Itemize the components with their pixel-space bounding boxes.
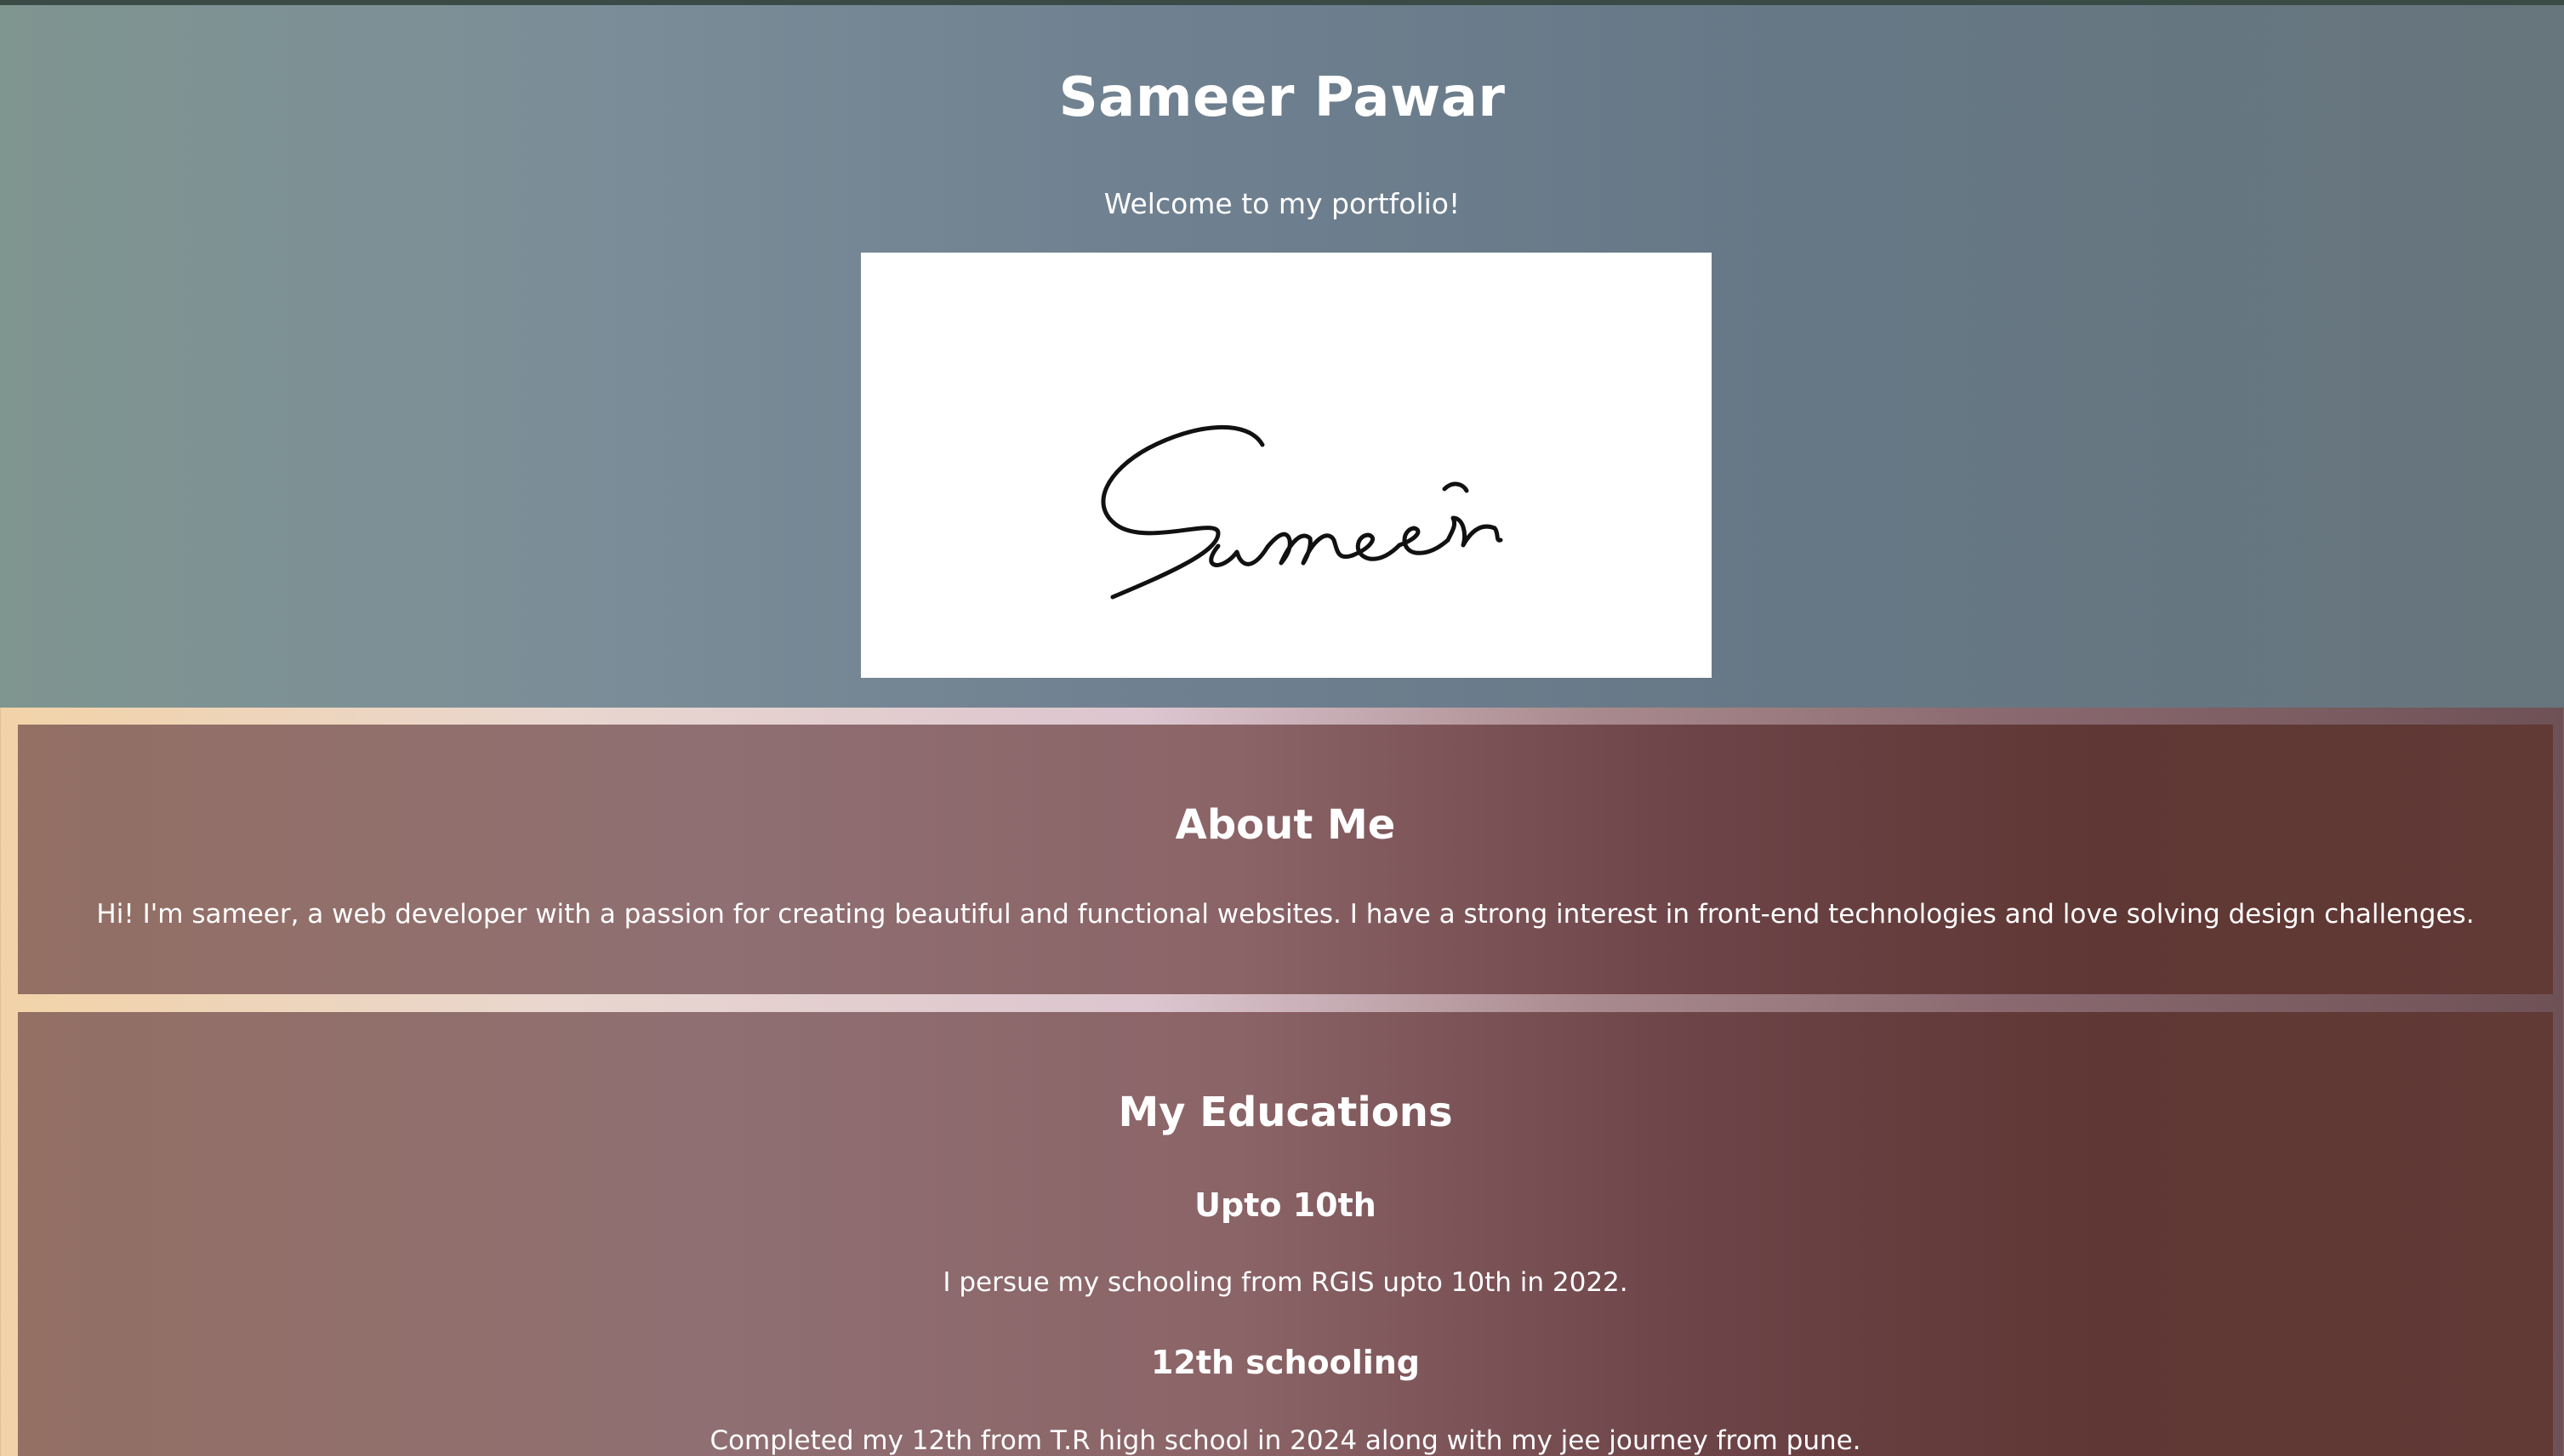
education-section: My Educations Upto 10th I persue my scho… <box>18 1012 2553 1456</box>
about-heading: About Me <box>1175 801 1396 849</box>
site-tagline: Welcome to my portfolio! <box>1103 187 1461 220</box>
education-heading: My Educations <box>1118 1089 1453 1136</box>
site-header: Sameer Pawar Welcome to my portfolio! <box>0 5 2564 708</box>
site-title: Sameer Pawar <box>1058 66 1506 129</box>
signature-drawing <box>1101 424 1503 600</box>
education-item-title: Upto 10th <box>1194 1186 1376 1224</box>
education-item-text: Completed my 12th from T.R high school i… <box>709 1425 1861 1456</box>
signature-image <box>861 253 1712 678</box>
about-text: Hi! I'm sameer, a web developer with a p… <box>96 899 2475 930</box>
education-item-title: 12th schooling <box>1150 1344 1421 1381</box>
education-item-text: I persue my schooling from RGIS upto 10t… <box>943 1267 1628 1298</box>
about-section: About Me Hi! I'm sameer, a web developer… <box>18 725 2553 994</box>
